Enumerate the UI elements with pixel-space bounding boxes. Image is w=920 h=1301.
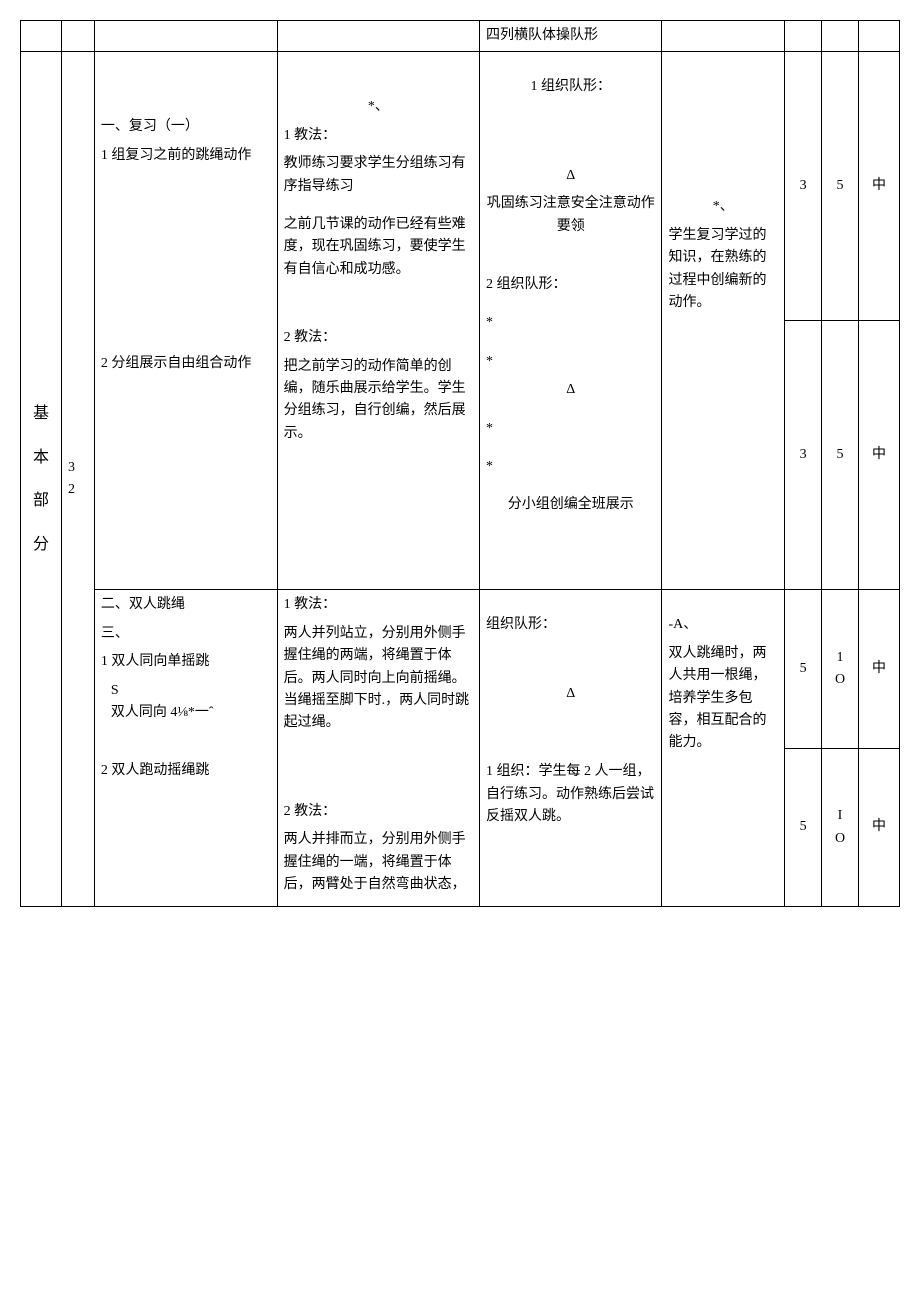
double-extra: S 双人同向 4⅛*一ˆ — [101, 680, 271, 725]
org2-symbol: Δ — [486, 379, 655, 401]
cell-empty-content — [94, 21, 277, 52]
review-n1-a: 3 — [785, 52, 822, 321]
learn-body: 学生复习学过的知识，在熟练的过程中创编新的动作。 — [668, 225, 778, 315]
cell-empty-num — [61, 21, 94, 52]
dorg-symbol: Δ — [486, 683, 655, 705]
review-org: 1 组织队形： Δ 巩固练习注意安全注意动作要领 2 组织队形： * * Δ *… — [480, 52, 662, 590]
dorg-title: 组织队形： — [486, 614, 655, 636]
double-content: 二、双人跳绳 三、 1 双人同向单摇跳 S 双人同向 4⅛*一ˆ 2 双人跑动摇… — [94, 590, 277, 907]
org1-symbol: Δ — [486, 165, 655, 187]
cell-empty-learn — [662, 21, 785, 52]
org2-star3: * — [486, 418, 655, 440]
row-prev-continuation: 四列横队体操队形 — [21, 21, 900, 52]
review-n2-b: 5 — [822, 321, 859, 590]
org2-note: 分小组创编全班展示 — [486, 494, 655, 516]
org2-star1: * — [486, 312, 655, 334]
section-label: 基 本 部 分 — [21, 52, 62, 907]
double-item2: 2 双人跑动摇绳跳 — [101, 760, 271, 782]
dmethod1-title: 1 教法： — [284, 594, 473, 616]
dmethod1-body: 两人并列站立，分别用外侧手握住绳的两端，将绳置于体后。两人同时向上向前摇绳。当绳… — [284, 623, 473, 735]
org2-star2: * — [486, 351, 655, 373]
double-sub: 三、 — [101, 623, 271, 645]
cell-empty-n2 — [822, 21, 859, 52]
review-title: 一、复习（一） — [101, 116, 271, 138]
double-n1-b: 5 — [785, 748, 822, 906]
review-n2-a: 5 — [822, 52, 859, 321]
method1-body-b: 之前几节课的动作已经有些难度，现在巩固练习，要使学生有自信心和成功感。 — [284, 214, 473, 281]
learn-star: *、 — [668, 196, 778, 218]
double-learn: -A、 双人跳绳时，两人共用一根绳，培养学生多包容，相互配合的能力。 — [662, 590, 785, 907]
section-char-3: 部 — [27, 488, 55, 514]
review-n3-b: 中 — [858, 321, 899, 590]
cell-empty-label — [21, 21, 62, 52]
cell-empty-method — [277, 21, 479, 52]
dmethod2-body: 两人并排而立，分别用外侧手握住绳的一端，将绳置于体后，两臂处于自然弯曲状态， — [284, 829, 473, 896]
cell-empty-n3 — [858, 21, 899, 52]
review-n1-b: 3 — [785, 321, 822, 590]
double-n3-b: 中 — [858, 748, 899, 906]
review-n3-a: 中 — [858, 52, 899, 321]
org2-star4: * — [486, 456, 655, 478]
lesson-plan-table: 四列横队体操队形 基 本 部 分 3 2 一、复习（一） 1 组复习之前的跳绳动… — [20, 20, 900, 907]
double-method: 1 教法： 两人并列站立，分别用外侧手握住绳的两端，将绳置于体后。两人同时向上向… — [277, 590, 479, 907]
review-item1: 1 组复习之前的跳绳动作 — [101, 145, 271, 167]
method2-title: 2 教法： — [284, 327, 473, 349]
double-n2-a: 1 O — [822, 590, 859, 748]
double-title: 二、双人跳绳 — [101, 594, 271, 616]
method-star: *、 — [284, 96, 473, 118]
cell-org-prev: 四列横队体操队形 — [480, 21, 662, 52]
dmethod2-title: 2 教法： — [284, 801, 473, 823]
double-item1: 1 双人同向单摇跳 — [101, 651, 271, 673]
org1-note: 巩固练习注意安全注意动作要领 — [486, 193, 655, 238]
section-char-4: 分 — [27, 532, 55, 558]
double-n2-b: I O — [822, 748, 859, 906]
section-char-1: 基 — [27, 401, 55, 427]
double-org: 组织队形： Δ 1 组织：学生每 2 人一组，自行练习。动作熟练后尝试反摇双人跳… — [480, 590, 662, 907]
review-content: 一、复习（一） 1 组复习之前的跳绳动作 2 分组展示自由组合动作 — [94, 52, 277, 590]
review-item2: 2 分组展示自由组合动作 — [101, 353, 271, 375]
org1-title: 1 组织队形： — [486, 76, 655, 98]
dlearn-body: 双人跳绳时，两人共用一根绳，培养学生多包容，相互配合的能力。 — [668, 643, 778, 755]
org2-title: 2 组织队形： — [486, 274, 655, 296]
dorg-group: 1 组织：学生每 2 人一组，自行练习。动作熟练后尝试反摇双人跳。 — [486, 761, 655, 828]
cell-empty-n1 — [785, 21, 822, 52]
method1-body-a: 教师练习要求学生分组练习有序指导练习 — [284, 153, 473, 198]
section-number: 3 2 — [61, 52, 94, 907]
review-learn: *、 学生复习学过的知识，在熟练的过程中创编新的动作。 — [662, 52, 785, 590]
review-method: *、 1 教法： 教师练习要求学生分组练习有序指导练习 之前几节课的动作已经有些… — [277, 52, 479, 590]
method1-title: 1 教法： — [284, 125, 473, 147]
double-n1-a: 5 — [785, 590, 822, 748]
row-double-1: 二、双人跳绳 三、 1 双人同向单摇跳 S 双人同向 4⅛*一ˆ 2 双人跑动摇… — [21, 590, 900, 748]
dlearn-prefix: -A、 — [668, 614, 778, 636]
row-review-1: 基 本 部 分 3 2 一、复习（一） 1 组复习之前的跳绳动作 2 分组展示自… — [21, 52, 900, 321]
method2-body: 把之前学习的动作简单的创编，随乐曲展示给学生。学生分组练习，自行创编，然后展示。 — [284, 356, 473, 446]
double-n3-a: 中 — [858, 590, 899, 748]
section-char-2: 本 — [27, 445, 55, 471]
